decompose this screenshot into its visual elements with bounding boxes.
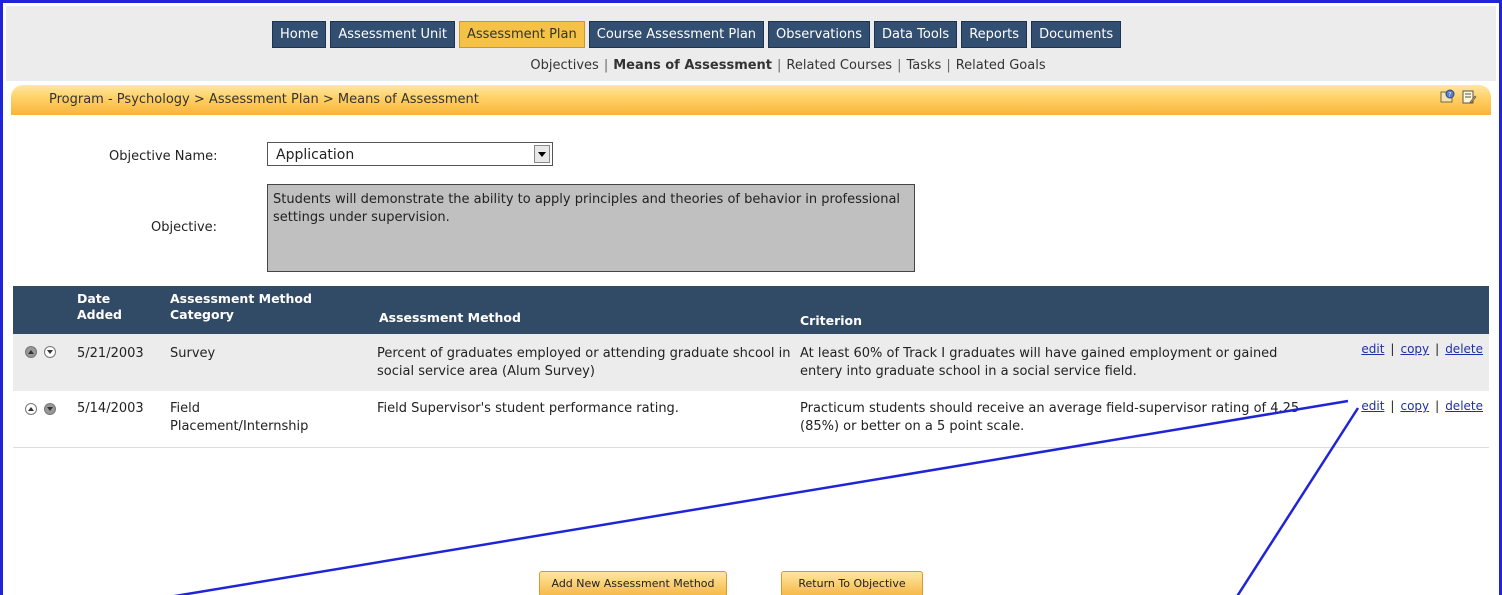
row-date: 5/21/2003	[77, 346, 144, 361]
delete-link[interactable]: delete	[1445, 399, 1483, 413]
copy-link[interactable]: copy	[1400, 342, 1429, 356]
subnav-separator: |	[897, 58, 902, 73]
chevron-down-icon[interactable]	[534, 145, 550, 163]
table-row: 5/14/2003 Field Placement/Internship Fie…	[13, 391, 1489, 448]
row-date: 5/14/2003	[77, 401, 144, 416]
row-criterion: Practicum students should receive an ave…	[800, 401, 1300, 434]
row-actions: edit | copy | delete	[1361, 342, 1483, 356]
sub-navigation: Objectives | Means of Assessment | Related C…	[6, 58, 1496, 73]
tab-reports[interactable]: Reports	[961, 21, 1028, 48]
subnav-means-of-assessment[interactable]: Means of Assessment	[613, 58, 772, 73]
objective-name-label: Objective Name:	[109, 149, 218, 164]
main-tabs: Home Assessment Unit Assessment Plan Cou…	[272, 21, 1122, 48]
subnav-tasks[interactable]: Tasks	[906, 58, 941, 73]
tab-documents[interactable]: Documents	[1031, 21, 1122, 48]
subnav-objectives[interactable]: Objectives	[530, 58, 598, 73]
objective-name-value: Application	[276, 147, 355, 163]
tab-assessment-unit[interactable]: Assessment Unit	[330, 21, 455, 48]
row-category: Field Placement/Internship	[170, 401, 309, 434]
objective-label: Objective:	[151, 220, 218, 235]
header-criterion[interactable]: Criterion	[800, 313, 862, 329]
copy-link[interactable]: copy	[1400, 399, 1429, 413]
table-header: Date Added Assessment Method Category Asse…	[13, 286, 1489, 334]
subnav-separator: |	[946, 58, 951, 73]
app-window: Home Assessment Unit Assessment Plan Cou…	[0, 0, 1502, 595]
breadcrumb-separator: >	[193, 92, 205, 107]
move-down-icon[interactable]	[44, 403, 56, 415]
action-separator: |	[1390, 342, 1395, 356]
header-date-added[interactable]: Date Added	[77, 291, 122, 323]
breadcrumb-program[interactable]: Program - Psychology	[49, 92, 190, 107]
subnav-related-courses[interactable]: Related Courses	[786, 58, 892, 73]
tab-assessment-plan[interactable]: Assessment Plan	[458, 21, 585, 48]
breadcrumb-assessment-plan[interactable]: Assessment Plan	[209, 92, 319, 107]
row-actions: edit | copy | delete	[1361, 399, 1483, 413]
return-to-objective-button[interactable]: Return To Objective	[781, 571, 923, 595]
add-assessment-method-button[interactable]: Add New Assessment Method	[539, 571, 727, 595]
table-row: 5/21/2003 Survey Percent of graduates em…	[13, 334, 1489, 391]
tab-course-assessment-plan[interactable]: Course Assessment Plan	[588, 21, 765, 48]
move-up-icon[interactable]	[25, 403, 37, 415]
edit-link[interactable]: edit	[1361, 342, 1384, 356]
help-icon[interactable]: ?	[1439, 89, 1455, 105]
row-method: Field Supervisor's student performance r…	[377, 401, 679, 416]
action-separator: |	[1435, 342, 1440, 356]
row-method: Percent of graduates employed or attendi…	[377, 346, 791, 379]
subnav-separator: |	[603, 58, 609, 73]
breadcrumb: Program - Psychology > Assessment Plan >…	[49, 92, 479, 107]
breadcrumb-current: Means of Assessment	[337, 92, 479, 107]
tab-observations[interactable]: Observations	[768, 21, 870, 48]
move-down-icon[interactable]	[44, 346, 56, 358]
notes-icon[interactable]	[1461, 89, 1477, 105]
header-method-category[interactable]: Assessment Method Category	[170, 291, 312, 323]
edit-link[interactable]: edit	[1361, 399, 1384, 413]
objective-text: Students will demonstrate the ability to…	[267, 184, 915, 272]
breadcrumb-bar: Program - Psychology > Assessment Plan >…	[11, 85, 1491, 115]
action-separator: |	[1390, 399, 1395, 413]
subnav-separator: |	[777, 58, 782, 73]
svg-text:?: ?	[1448, 91, 1451, 98]
breadcrumb-tools: ?	[1439, 89, 1477, 105]
top-navigation: Home Assessment Unit Assessment Plan Cou…	[6, 6, 1496, 81]
objective-name-select[interactable]: Application	[267, 142, 553, 166]
tab-home[interactable]: Home	[272, 21, 327, 48]
breadcrumb-separator: >	[322, 92, 334, 107]
subnav-related-goals[interactable]: Related Goals	[956, 58, 1046, 73]
header-assessment-method[interactable]: Assessment Method	[379, 310, 521, 326]
action-separator: |	[1435, 399, 1440, 413]
tab-data-tools[interactable]: Data Tools	[873, 21, 958, 48]
row-category: Survey	[170, 346, 216, 361]
delete-link[interactable]: delete	[1445, 342, 1483, 356]
move-up-icon[interactable]	[25, 346, 37, 358]
row-criterion: At least 60% of Track I graduates will h…	[800, 346, 1278, 379]
